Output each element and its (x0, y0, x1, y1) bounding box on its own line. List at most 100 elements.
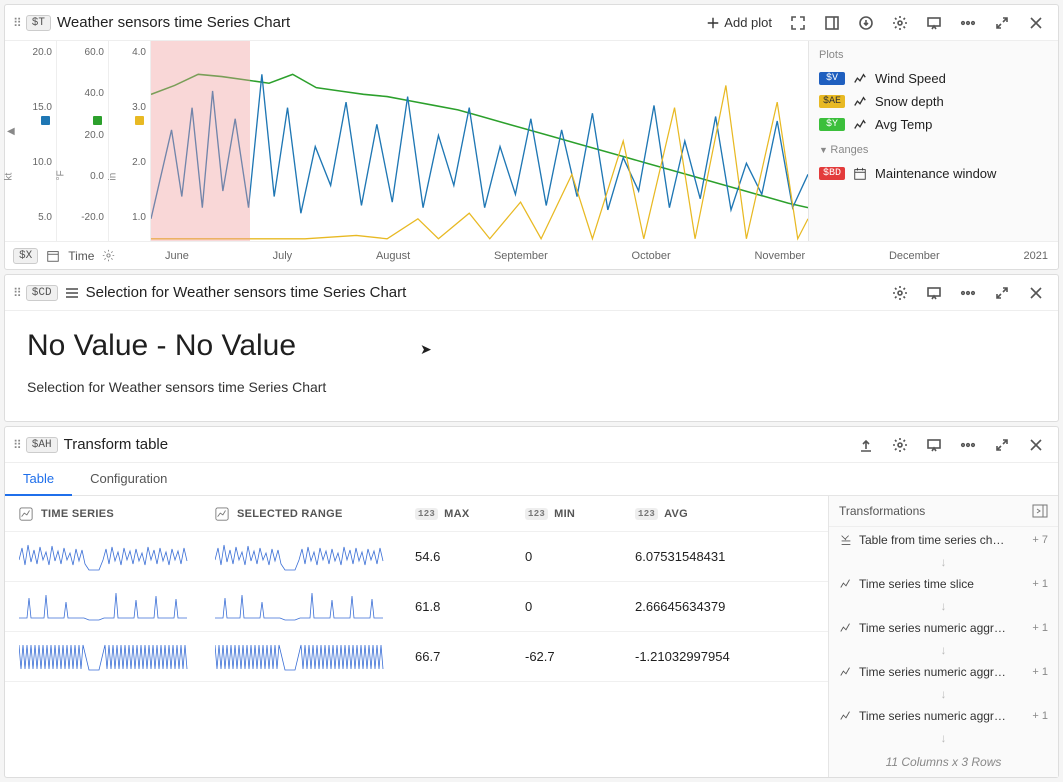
y-unit: °F (56, 170, 67, 180)
sparkline (215, 590, 385, 624)
ranges-header[interactable]: ▼ Ranges (819, 144, 1048, 156)
gear-icon[interactable] (886, 431, 914, 459)
col-header-label: AVG (664, 508, 688, 520)
transform-panel: ⠿ $AH Transform table Table Configuratio… (4, 426, 1059, 778)
transform-panel-header: ⠿ $AH Transform table (5, 427, 1058, 463)
more-icon[interactable] (954, 279, 982, 307)
add-plot-label: Add plot (724, 15, 772, 30)
range-legend-item[interactable]: $BD Maintenance window (819, 162, 1048, 185)
transform-body: TIME SERIES SELECTED RANGE 123MAX 123MIN… (5, 496, 1058, 777)
col-header-max[interactable]: 123MAX (415, 508, 525, 520)
x-axis-bar: $X Time June July August September Octob… (5, 241, 1058, 269)
sparkline (19, 640, 189, 674)
gear-icon[interactable] (886, 9, 914, 37)
y-tick: 60.0 (57, 47, 104, 58)
plot-label: Avg Temp (875, 117, 932, 132)
transformation-count: + 1 (1032, 710, 1048, 722)
more-icon[interactable] (954, 431, 982, 459)
col-header-timeseries[interactable]: TIME SERIES (5, 507, 215, 521)
plot-legend-item[interactable]: $V Wind Speed (819, 67, 1048, 90)
arrow-down-icon: ↓ (829, 685, 1058, 703)
cell-avg: -1.21032997954 (635, 649, 828, 664)
col-header-min[interactable]: 123MIN (525, 508, 635, 520)
side-panel-icon[interactable] (818, 9, 846, 37)
type-badge: 123 (415, 508, 438, 520)
panel-toggle-icon[interactable] (1032, 504, 1048, 518)
x-tick: September (494, 250, 548, 262)
present-icon[interactable] (920, 431, 948, 459)
transformation-item[interactable]: Time series time slice + 1 (829, 571, 1058, 597)
x-tick: August (376, 250, 410, 262)
x-tick: June (165, 250, 189, 262)
tab-configuration[interactable]: Configuration (72, 463, 185, 495)
arrow-down-icon: ↓ (829, 553, 1058, 571)
col-header-selected[interactable]: SELECTED RANGE (215, 507, 415, 521)
y-tick: 15.0 (5, 102, 52, 113)
transformations-panel: Transformations Table from time series c… (828, 496, 1058, 777)
transform-title: Transform table (64, 436, 168, 453)
tab-table[interactable]: Table (5, 463, 72, 496)
y-tick: 20.0 (5, 47, 52, 58)
sparkline (215, 540, 385, 574)
maintenance-window-band (151, 41, 250, 241)
transformation-name: Time series numeric aggr… (859, 709, 1026, 723)
transformation-item[interactable]: Time series numeric aggr… + 1 (829, 703, 1058, 729)
close-icon[interactable] (1022, 9, 1050, 37)
sparkline (19, 540, 189, 574)
x-axis-label: Time (68, 249, 94, 263)
transformation-item[interactable]: Table from time series ch… + 7 (829, 527, 1058, 553)
y-unit: in (108, 173, 119, 181)
table-row[interactable]: 66.7 -62.7 -1.21032997954 (5, 632, 828, 682)
plot-var-badge: $Y (819, 118, 845, 131)
chart-lines (151, 41, 808, 241)
expand-icon[interactable] (988, 431, 1016, 459)
download-icon[interactable] (852, 9, 880, 37)
transformation-count: + 7 (1032, 534, 1048, 546)
table-row[interactable]: 61.8 0 2.66645634379 (5, 582, 828, 632)
calendar-icon (46, 249, 60, 263)
axis-swatch (41, 116, 50, 125)
transformation-item[interactable]: Time series numeric aggr… + 1 (829, 615, 1058, 641)
plot-legend-item[interactable]: $AE Snow depth (819, 90, 1048, 113)
arrow-down-icon: ↓ (829, 729, 1058, 747)
selection-value-text: No Value - No Value (27, 329, 1036, 363)
expand-icon[interactable] (988, 279, 1016, 307)
plot-var-badge: $V (819, 72, 845, 85)
arrow-down-icon: ↓ (829, 597, 1058, 615)
y-axis-in: 4.0 3.0 2.0 1.0 in (109, 41, 151, 241)
drag-handle-icon[interactable]: ⠿ (13, 438, 20, 452)
cell-max: 54.6 (415, 549, 525, 564)
drag-handle-icon[interactable]: ⠿ (13, 16, 20, 30)
chart-plot-area[interactable] (151, 41, 808, 241)
transformation-count: + 1 (1032, 666, 1048, 678)
gear-icon[interactable] (886, 279, 914, 307)
expand-icon[interactable] (988, 9, 1016, 37)
close-icon[interactable] (1022, 279, 1050, 307)
gear-icon[interactable] (102, 249, 115, 262)
plot-legend-item[interactable]: $Y Avg Temp (819, 113, 1048, 136)
add-plot-button[interactable]: Add plot (700, 15, 778, 30)
present-icon[interactable] (920, 279, 948, 307)
type-badge: 123 (635, 508, 658, 520)
y-axis-kt: 20.0 15.0 10.0 5.0 kt (5, 41, 57, 241)
chart-body: ◀ 20.0 15.0 10.0 5.0 kt 60.0 40.0 20.0 0… (5, 41, 1058, 241)
fit-icon[interactable] (784, 9, 812, 37)
sparkline (19, 590, 189, 624)
transformation-item[interactable]: Time series numeric aggr… + 1 (829, 659, 1058, 685)
x-tick: 2021 (1023, 250, 1047, 262)
line-chart-icon (839, 709, 853, 723)
more-icon[interactable] (954, 9, 982, 37)
close-icon[interactable] (1022, 431, 1050, 459)
drag-handle-icon[interactable]: ⠿ (13, 286, 20, 300)
table-row[interactable]: 54.6 0 6.07531548431 (5, 532, 828, 582)
col-header-label: SELECTED RANGE (237, 508, 343, 520)
transformation-name: Time series numeric aggr… (859, 621, 1026, 635)
transformations-summary: 11 Columns x 3 Rows (829, 747, 1058, 777)
plot-label: Snow depth (875, 94, 944, 109)
range-var-badge: $BD (819, 167, 845, 180)
y-tick: 40.0 (57, 88, 104, 99)
present-icon[interactable] (920, 9, 948, 37)
upload-icon[interactable] (852, 431, 880, 459)
cell-max: 61.8 (415, 599, 525, 614)
col-header-avg[interactable]: 123 AVG (635, 508, 828, 520)
